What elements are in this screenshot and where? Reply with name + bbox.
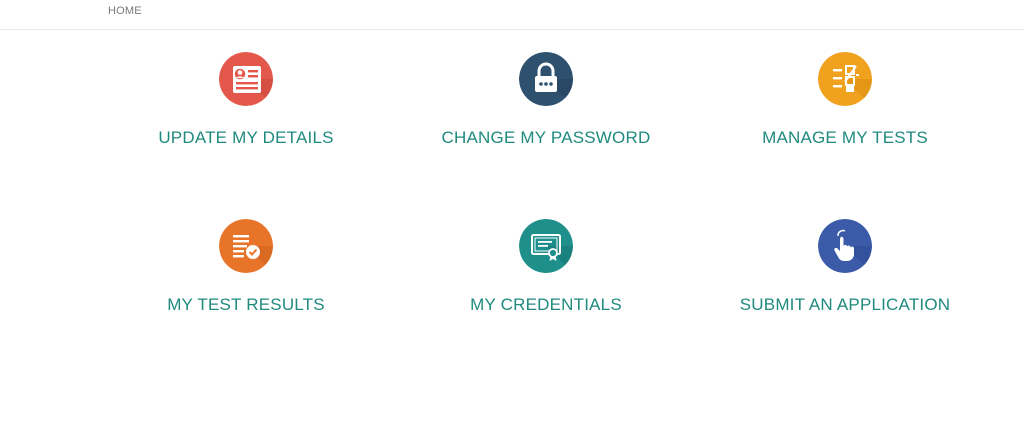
tile-label: SUBMIT AN APPLICATION bbox=[739, 295, 951, 314]
hand-pointer-icon bbox=[818, 219, 872, 273]
manage-my-tests-tile[interactable]: MANAGE MY TESTS bbox=[695, 52, 995, 162]
change-my-password-tile[interactable]: CHANGE MY PASSWORD bbox=[396, 52, 696, 162]
submit-an-application-tile[interactable]: SUBMIT AN APPLICATION bbox=[695, 219, 995, 329]
id-card-icon bbox=[219, 52, 273, 106]
breadcrumb-home-link[interactable]: HOME bbox=[108, 5, 142, 17]
certificate-icon bbox=[519, 219, 573, 273]
breadcrumb: HOME bbox=[0, 0, 1024, 30]
my-test-results-tile[interactable]: MY TEST RESULTS bbox=[96, 219, 396, 329]
lock-icon bbox=[519, 52, 573, 106]
tile-label: MANAGE MY TESTS bbox=[762, 128, 928, 147]
tile-label: CHANGE MY PASSWORD bbox=[441, 128, 651, 147]
tile-label: MY TEST RESULTS bbox=[167, 295, 325, 314]
checklist-icon bbox=[818, 52, 872, 106]
update-my-details-tile[interactable]: UPDATE MY DETAILS bbox=[96, 52, 396, 162]
tile-label: MY CREDENTIALS bbox=[470, 295, 622, 314]
results-document-icon bbox=[219, 219, 273, 273]
tile-label: UPDATE MY DETAILS bbox=[158, 128, 334, 147]
my-credentials-tile[interactable]: MY CREDENTIALS bbox=[396, 219, 696, 329]
